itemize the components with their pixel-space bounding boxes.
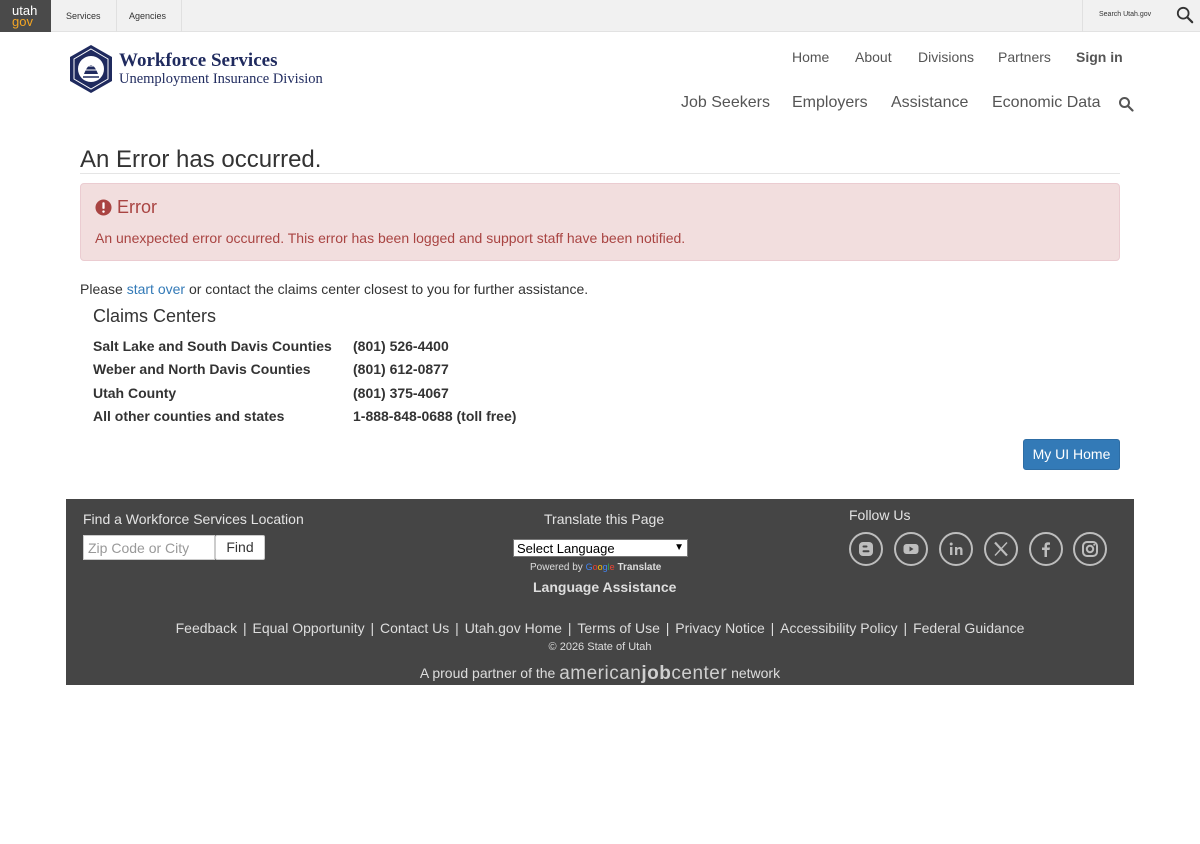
nav-divisions[interactable]: Divisions — [918, 49, 974, 65]
utah-agencies-link[interactable]: Agencies — [114, 0, 183, 32]
link-separator: | — [239, 620, 251, 636]
linkedin-icon[interactable] — [939, 532, 973, 566]
instructions-text: Please start over or contact the claims … — [80, 281, 588, 297]
my-ui-home-button[interactable]: My UI Home — [1023, 439, 1120, 470]
alert-message: An unexpected error occurred. This error… — [95, 230, 686, 246]
utah-search[interactable]: Search Utah.gov — [1082, 0, 1200, 32]
title-divider — [80, 173, 1120, 174]
footer-link-privacy-notice[interactable]: Privacy Notice — [675, 620, 764, 636]
exclamation-circle-icon — [95, 199, 112, 216]
center-name: Weber and North Davis Counties — [93, 361, 311, 377]
ajc-logo-part: american — [559, 663, 642, 684]
link-separator: | — [899, 620, 912, 636]
x-icon[interactable] — [984, 532, 1018, 566]
nav-about[interactable]: About — [855, 49, 892, 65]
partner-text: A proud partner of the americanjobcenter… — [66, 663, 1134, 685]
brand-subtitle[interactable]: Unemployment Insurance Division — [119, 71, 323, 88]
footer-links: Feedback | Equal Opportunity | Contact U… — [66, 620, 1134, 636]
blogger-icon[interactable] — [849, 532, 883, 566]
find-location-button[interactable]: Find — [215, 535, 265, 560]
utah-gov-bar: utah gov Services Agencies Search Utah.g… — [0, 0, 1200, 32]
center-name: All other counties and states — [93, 408, 285, 424]
nav-employers[interactable]: Employers — [792, 94, 868, 112]
error-alert: Error An unexpected error occurred. This… — [80, 183, 1120, 261]
nav-sign-in[interactable]: Sign in — [1076, 49, 1123, 65]
utah-gov-logo[interactable]: utah gov — [0, 0, 51, 32]
youtube-icon[interactable] — [894, 532, 928, 566]
center-phone: 1-888-848-0688 (toll free) — [353, 408, 517, 424]
lead-text-before: Please — [80, 281, 127, 297]
nav-economic-data[interactable]: Economic Data — [992, 94, 1101, 112]
lead-text-after: or contact the claims center closest to … — [185, 281, 589, 297]
site-footer: Find a Workforce Services Location Zip C… — [66, 499, 1134, 685]
center-phone: (801) 526-4400 — [353, 338, 449, 354]
powered-by-text: Powered by — [530, 562, 586, 573]
footer-link-accessibility-policy[interactable]: Accessibility Policy — [780, 620, 897, 636]
ajc-logo-part: center — [671, 663, 728, 684]
chevron-down-icon: ▼ — [674, 542, 684, 553]
site-search-icon[interactable] — [1118, 96, 1134, 112]
dws-seal-logo[interactable] — [68, 44, 114, 94]
footer-link-federal-guidance[interactable]: Federal Guidance — [913, 620, 1024, 636]
link-separator: | — [661, 620, 674, 636]
partner-text-before: A proud partner of the — [419, 665, 560, 681]
partner-text-after: network — [727, 665, 781, 681]
footer-link-feedback[interactable]: Feedback — [176, 620, 237, 636]
link-separator: | — [563, 620, 576, 636]
language-assistance-link[interactable]: Language Assistance — [533, 579, 676, 595]
footer-link-terms-of-use[interactable]: Terms of Use — [577, 620, 659, 636]
google-logo-text: Google — [585, 562, 615, 572]
search-icon[interactable] — [1176, 6, 1194, 24]
brand-title[interactable]: Workforce Services — [119, 50, 277, 72]
utah-search-label: Search Utah.gov — [1099, 11, 1152, 18]
nav-partners[interactable]: Partners — [998, 49, 1051, 65]
link-separator: | — [366, 620, 379, 636]
nav-assistance[interactable]: Assistance — [891, 94, 968, 112]
find-location-heading: Find a Workforce Services Location — [83, 511, 304, 527]
location-search-input[interactable]: Zip Code or City — [83, 535, 215, 560]
footer-link-contact-us[interactable]: Contact Us — [380, 620, 449, 636]
nav-home[interactable]: Home — [792, 49, 829, 65]
center-name: Salt Lake and South Davis Counties — [93, 338, 332, 354]
center-name: Utah County — [93, 385, 177, 401]
translate-heading: Translate this Page — [544, 511, 665, 527]
translate-text[interactable]: Translate — [615, 562, 661, 573]
language-select[interactable]: Select Language ▼ — [513, 539, 688, 557]
page-title: An Error has occurred. — [80, 146, 322, 173]
instagram-icon[interactable] — [1073, 532, 1107, 566]
claims-centers-heading: Claims Centers — [93, 306, 217, 326]
copyright-text: © 2026 State of Utah — [548, 641, 652, 653]
facebook-icon[interactable] — [1029, 532, 1063, 566]
language-select-value: Select Language — [517, 541, 615, 556]
nav-job-seekers[interactable]: Job Seekers — [681, 94, 770, 112]
follow-us-heading: Follow Us — [849, 507, 911, 523]
footer-link-utah-gov-home[interactable]: Utah.gov Home — [465, 620, 562, 636]
utah-gov-logo-bottom: gov — [12, 14, 33, 29]
utah-services-link[interactable]: Services — [51, 0, 117, 32]
link-separator: | — [766, 620, 779, 636]
footer-link-equal-opportunity[interactable]: Equal Opportunity — [253, 620, 365, 636]
start-over-link[interactable]: start over — [127, 281, 185, 297]
link-separator: | — [451, 620, 463, 636]
american-job-center-logo[interactable]: americanjobcenter — [559, 663, 727, 685]
google-translate-credit: Powered by Google Translate — [530, 562, 661, 573]
ajc-logo-part: job — [641, 663, 672, 684]
center-phone: (801) 375-4067 — [353, 385, 449, 401]
center-phone: (801) 612-0877 — [353, 361, 449, 377]
alert-heading: Error — [117, 197, 157, 217]
